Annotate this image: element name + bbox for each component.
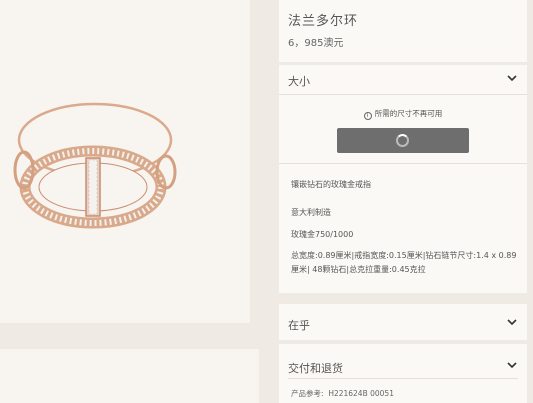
loading-spinner-icon [396,134,409,147]
ring-image [13,102,177,229]
size-card: 大小 i 所需的尺寸不再可用 镶嵌钻石的玫瑰金戒指 意大利制造 玫瑰金750/10… [279,65,527,293]
divider [279,163,527,164]
chevron-down-icon [507,75,517,82]
size-accordion[interactable]: 大小 [279,65,527,93]
delivery-card: 交付和退货 产品参考: H221624B 00051 [279,344,527,403]
size-label: 大小 [288,75,310,88]
care-card: 在乎 [279,304,527,340]
chevron-down-icon [507,362,517,369]
product-origin: 意大利制造 [291,208,331,217]
product-image-panel [0,0,250,323]
product-price: 6，985澳元 [288,38,344,49]
reference-label: 产品参考: [291,389,324,398]
product-reference: 产品参考: H221624B 00051 [291,388,394,399]
secondary-image-panel [0,349,259,403]
divider [288,378,518,379]
add-to-cart-button-loading[interactable] [337,128,469,153]
product-material: 玫瑰金750/1000 [291,230,354,239]
product-details: 法兰多尔环 6，985澳元 大小 i 所需的尺寸不再可用 镶嵌钻石的玫瑰金戒指 意… [279,0,527,403]
info-icon: i [363,112,372,120]
reference-value: H221624B 00051 [328,389,394,398]
product-name-desc: 镶嵌钻石的玫瑰金戒指 [291,180,371,189]
product-header-card: 法兰多尔环 6，985澳元 [279,0,527,62]
care-accordion[interactable]: 在乎 [279,304,527,340]
delivery-accordion[interactable]: 交付和退货 [279,344,527,378]
care-label: 在乎 [288,319,310,332]
product-title: 法兰多尔环 [288,14,359,29]
size-unavailable-notice: i 所需的尺寸不再可用 [279,108,527,120]
delivery-label: 交付和退货 [288,362,343,375]
size-notice-text: 所需的尺寸不再可用 [374,109,443,118]
chevron-down-icon [507,319,517,326]
divider [279,94,527,95]
product-dimensions: 总宽度:0.89厘米|戒指宽度:0.15厘米|钻石链节尺寸:1.4 x 0.89… [291,251,517,274]
